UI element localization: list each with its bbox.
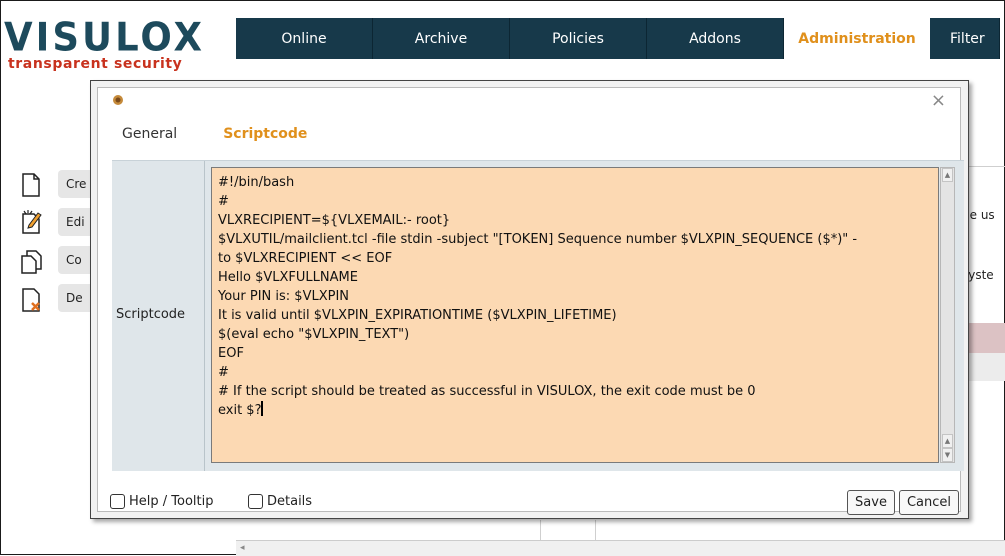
checkbox-box[interactable]	[110, 494, 125, 509]
copy-action[interactable]	[20, 250, 42, 274]
code-line: It is valid until $VLXPIN_EXPIRATIONTIME…	[218, 308, 617, 323]
horizontal-scrollbar[interactable]	[236, 540, 1005, 556]
code-line: VLXRECIPIENT=${VLXEMAIL:- root}	[218, 213, 451, 228]
label-column: Scriptcode	[112, 161, 205, 471]
copy-document-icon	[21, 250, 42, 274]
tab-archive[interactable]: Archive	[373, 18, 510, 59]
code-line: #	[218, 194, 229, 209]
edit-document-icon	[22, 210, 42, 234]
close-icon[interactable]: ×	[931, 90, 946, 111]
dialog-body: Scriptcode #!/bin/bash # VLXRECIPIENT=${…	[112, 160, 964, 471]
save-button[interactable]: Save	[847, 490, 895, 515]
details-label: Details	[267, 494, 313, 509]
help-tooltip-checkbox[interactable]: Help / Tooltip	[110, 494, 214, 509]
scriptcode-label: Scriptcode	[116, 307, 186, 322]
tab-online[interactable]: Online	[236, 18, 373, 59]
dialog-tabs: General Scriptcode	[122, 126, 307, 142]
code-line: EOF	[218, 346, 244, 361]
code-line: Your PIN is: $VLXPIN	[218, 289, 350, 304]
create-action[interactable]	[20, 173, 42, 197]
new-document-icon	[22, 173, 40, 197]
visulox-logo: VISULOX transparent security	[4, 14, 206, 72]
code-line: $VLXUTIL/mailclient.tcl -file stdin -sub…	[218, 232, 858, 247]
editor-scrollbar[interactable]: ▲ ▲ ▼	[940, 167, 955, 463]
edit-action[interactable]	[20, 210, 42, 234]
dialog-footer: Help / Tooltip Details Save Cancel	[104, 486, 968, 520]
scroll-left-arrow-icon[interactable]: ◂	[240, 543, 250, 553]
details-checkbox[interactable]: Details	[248, 494, 312, 509]
scriptcode-editor[interactable]: #!/bin/bash # VLXRECIPIENT=${VLXEMAIL:- …	[211, 167, 939, 463]
logo-text: VISULOX	[4, 14, 206, 61]
code-line: #	[218, 365, 229, 380]
code-line: #!/bin/bash	[218, 175, 295, 190]
app-icon	[113, 95, 123, 105]
code-line: # If the script should be treated as suc…	[218, 384, 756, 399]
tab-scriptcode[interactable]: Scriptcode	[223, 126, 307, 142]
delete-action[interactable]	[20, 288, 42, 312]
tab-general[interactable]: General	[122, 126, 177, 142]
cancel-button[interactable]: Cancel	[899, 490, 959, 515]
checkbox-box[interactable]	[248, 494, 263, 509]
scroll-up-icon[interactable]: ▲	[942, 434, 953, 448]
script-dialog: × General Scriptcode Scriptcode #!/bin/b…	[90, 80, 969, 519]
tab-addons[interactable]: Addons	[647, 18, 784, 59]
delete-document-icon	[22, 288, 40, 312]
tab-administration[interactable]: Administration	[784, 18, 930, 59]
code-line: Hello $VLXFULLNAME	[218, 270, 358, 285]
code-line: $(eval echo "$VLXPIN_TEXT")	[218, 327, 410, 342]
scroll-up-icon[interactable]: ▲	[942, 168, 953, 182]
code-line: to $VLXRECIPIENT << EOF	[218, 251, 393, 266]
dialog-content: × General Scriptcode Scriptcode #!/bin/b…	[97, 87, 964, 515]
scroll-down-icon[interactable]: ▼	[942, 448, 953, 462]
code-line: exit $?	[218, 403, 262, 418]
tab-filter[interactable]: Filter	[930, 18, 1000, 59]
help-tooltip-label: Help / Tooltip	[129, 494, 214, 509]
column-divider	[540, 520, 541, 540]
main-nav: Online Archive Policies Addons Administr…	[236, 18, 1000, 59]
text-cursor	[261, 401, 264, 416]
column-divider	[595, 520, 596, 540]
tab-policies[interactable]: Policies	[510, 18, 647, 59]
